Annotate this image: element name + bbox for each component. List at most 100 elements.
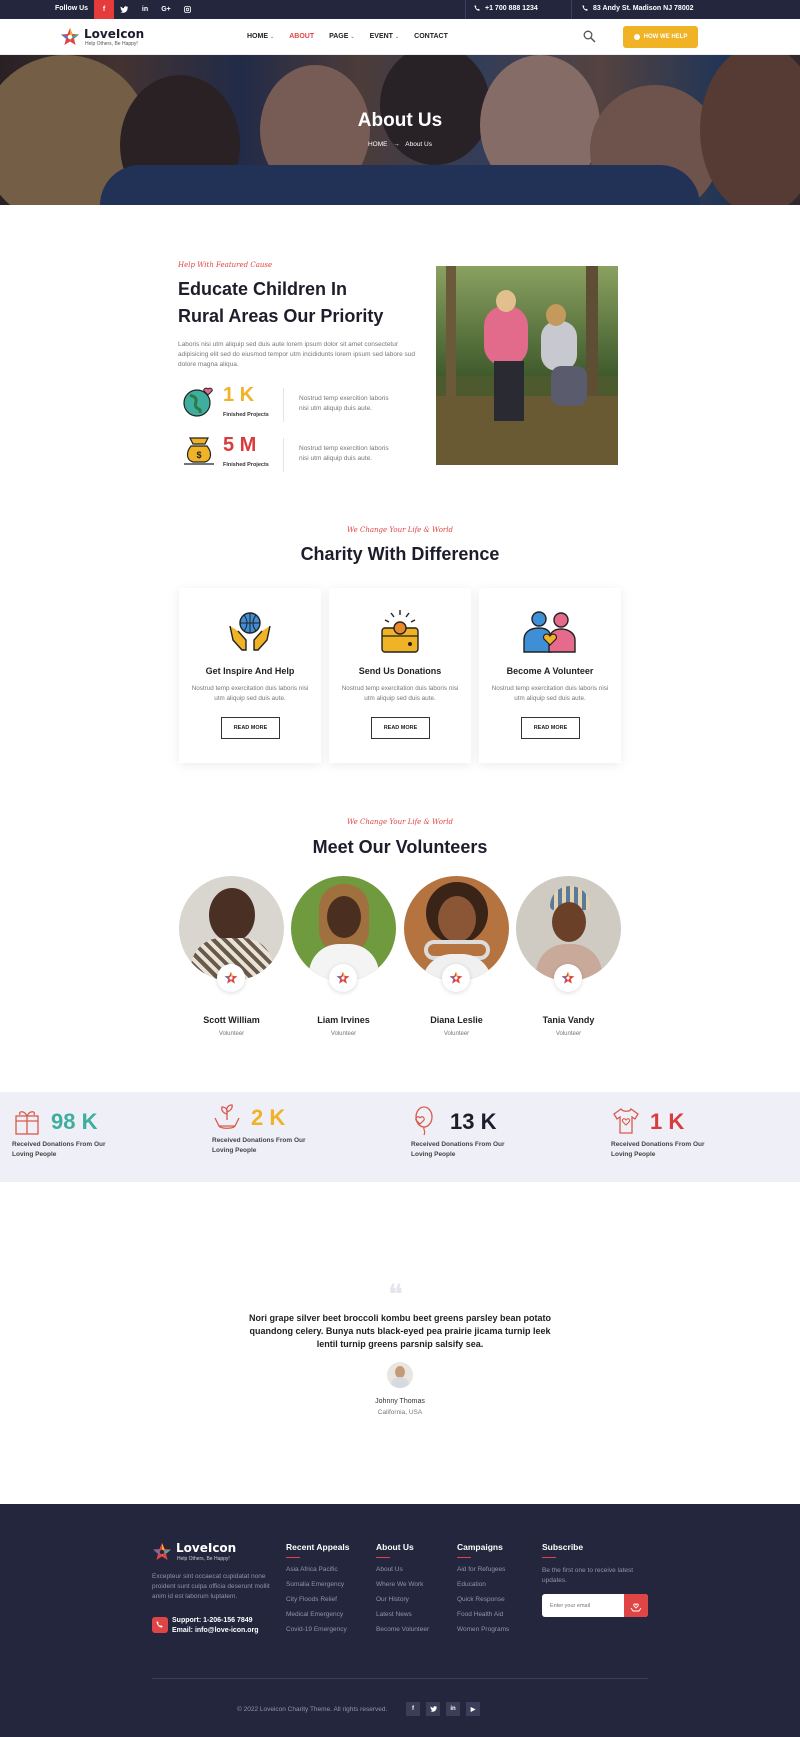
page-hero: About Us HOME → About Us [0, 55, 800, 205]
counter-caption: Received Donations From Our Loving Peopl… [12, 1141, 106, 1158]
footer-link[interactable]: Our History [376, 1596, 429, 1603]
footer-link[interactable]: Education [457, 1581, 509, 1588]
twitter-icon[interactable] [426, 1702, 440, 1716]
footer-link[interactable]: Women Programs [457, 1626, 509, 1633]
chevron-down-icon: ⌄ [270, 33, 275, 40]
heart-icon [633, 34, 640, 40]
footer-column-title: Subscribe [542, 1542, 584, 1552]
support-phone[interactable]: Support: 1-206-156 7849 [172, 1617, 253, 1624]
footer-link[interactable]: Quick Response [457, 1596, 509, 1603]
google-plus-icon[interactable]: G+ [156, 0, 176, 19]
charity-card: Become A Volunteer Nostrud temp exercita… [479, 588, 621, 763]
volunteer-card[interactable]: Tania Vandy Volunteer [516, 876, 621, 1037]
charity-card: Get Inspire And Help Nostrud temp exerci… [179, 588, 321, 763]
read-more-button[interactable]: READ MORE [521, 717, 580, 739]
facebook-icon[interactable]: f [406, 1702, 420, 1716]
star-logo-icon [61, 28, 79, 45]
volunteer-card[interactable]: Liam Irvines Volunteer [291, 876, 396, 1037]
site-footer: LoveIcon Help Others, Be Happy! Excepteu… [0, 1504, 800, 1737]
phone-icon [582, 5, 588, 11]
facebook-icon[interactable]: f [94, 0, 114, 19]
footer-link[interactable]: Food Health Aid [457, 1611, 509, 1618]
counter-caption: Received Donations From Our Loving Peopl… [411, 1141, 505, 1158]
follow-us-label: Follow Us [55, 5, 89, 12]
counter-item: 13 K Received Donations From Our Loving … [411, 1106, 505, 1158]
support-email[interactable]: Email: info@love-icon.org [172, 1627, 259, 1634]
menu-label: PAGE [329, 33, 349, 40]
footer-link[interactable]: Covid-19 Emergency [286, 1626, 349, 1633]
site-logo[interactable] [60, 27, 80, 52]
twitter-icon[interactable] [114, 0, 134, 19]
footer-link[interactable]: Become Volunteer [376, 1626, 429, 1633]
footer-column-about-us: About Us About Us Where We Work Our Hist… [376, 1542, 429, 1633]
gift-box-icon [15, 1111, 39, 1135]
menu-item-home[interactable]: HOME ⌄ [247, 33, 274, 40]
menu-item-page[interactable]: PAGE ⌄ [329, 33, 355, 40]
page-title: About Us [357, 110, 443, 131]
balloon-heart-icon [415, 1106, 433, 1136]
read-more-button[interactable]: READ MORE [371, 717, 430, 739]
testimonial-quote: Nori grape silver beet broccoli kombu be… [248, 1313, 552, 1349]
subscribe-form [542, 1594, 648, 1617]
volunteer-role: Volunteer [330, 1031, 357, 1037]
menu-item-about[interactable]: ABOUT [289, 33, 314, 40]
linkedin-icon[interactable]: in [135, 0, 155, 19]
footer-link[interactable]: About Us [376, 1566, 429, 1573]
volunteer-card[interactable]: Scott William Volunteer [179, 876, 284, 1037]
volunteer-name: Scott William [203, 1015, 260, 1025]
card-text: Nostrud temp exercitation duis laboris n… [341, 685, 459, 702]
menu-item-contact[interactable]: CONTACT [414, 33, 448, 40]
how-we-help-button[interactable]: HOW WE HELP [623, 26, 698, 48]
breadcrumb-current: About Us [405, 141, 432, 148]
wallet-coin-icon [381, 610, 419, 653]
phone-info[interactable]: +1 700 888 1234 [474, 5, 538, 12]
footer-link[interactable]: Medical Emergency [286, 1611, 349, 1618]
footer-link[interactable]: Asia Africa Pacific [286, 1566, 349, 1573]
instagram-icon[interactable] [177, 0, 197, 19]
menu-item-event[interactable]: EVENT ⌄ [370, 33, 400, 40]
brand-name[interactable]: LoveIcon [84, 27, 144, 41]
stat-caption: Finished Projects [223, 462, 269, 468]
title-underline [286, 1557, 300, 1558]
footer-link[interactable]: Where We Work [376, 1581, 429, 1588]
volunteer-card[interactable]: Diana Leslie Volunteer [404, 876, 509, 1037]
volunteer-name: Tania Vandy [542, 1015, 595, 1025]
search-icon[interactable] [583, 30, 596, 43]
footer-link[interactable]: Somalia Emergency [286, 1581, 349, 1588]
counter-caption: Received Donations From Our Loving Peopl… [611, 1141, 705, 1158]
badge-star-icon [329, 964, 357, 992]
footer-column-subscribe: Subscribe Be the first one to receive la… [542, 1542, 648, 1617]
testimonial-name: Johnny Thomas [375, 1398, 425, 1405]
testimonial-location: California, USA [377, 1409, 423, 1416]
quote-icon: ❝ [388, 1278, 404, 1311]
stat-text: Nostrud temp exercition laboris nisi utm… [299, 395, 389, 412]
menu-label: CONTACT [414, 33, 448, 40]
stat-value: 5 M [223, 434, 257, 456]
youtube-icon[interactable]: ▶ [466, 1702, 480, 1716]
title-underline [376, 1557, 390, 1558]
counter-value: 98 K [51, 1109, 98, 1134]
volunteers-heart-icon [523, 611, 576, 653]
stat-text: Nostrud temp exercition laboris nisi utm… [299, 445, 389, 462]
breadcrumb-home[interactable]: HOME [368, 141, 388, 148]
intro-text: Laboris nisi utm aliquip sed duis aute l… [178, 341, 416, 368]
subscribe-button[interactable] [624, 1594, 648, 1617]
divider [283, 388, 284, 422]
email-field[interactable] [542, 1594, 624, 1617]
hands-globe-icon [229, 612, 271, 651]
footer-link[interactable]: Aid for Refugees [457, 1566, 509, 1573]
footer-link[interactable]: City Floods Relief [286, 1596, 349, 1603]
money-bag-icon: $ [184, 437, 214, 465]
footer-brand-name[interactable]: LoveIcon [176, 1541, 236, 1555]
intro-title-line2: Rural Areas Our Priority [178, 306, 384, 326]
read-more-button[interactable]: READ MORE [221, 717, 280, 739]
avatar [387, 1362, 413, 1388]
footer-column-title: About Us [376, 1542, 414, 1552]
footer-link[interactable]: Latest News [376, 1611, 429, 1618]
main-menu: HOME ⌄ ABOUT PAGE ⌄ EVENT ⌄ CONTACT [247, 33, 448, 40]
linkedin-icon[interactable]: in [446, 1702, 460, 1716]
address-info: 83 Andy St. Madison NJ 78002 [582, 5, 694, 12]
chevron-down-icon: ⌄ [394, 33, 400, 40]
stat-caption: Finished Projects [223, 412, 269, 418]
counter-item: 1 K Received Donations From Our Loving P… [611, 1106, 705, 1158]
